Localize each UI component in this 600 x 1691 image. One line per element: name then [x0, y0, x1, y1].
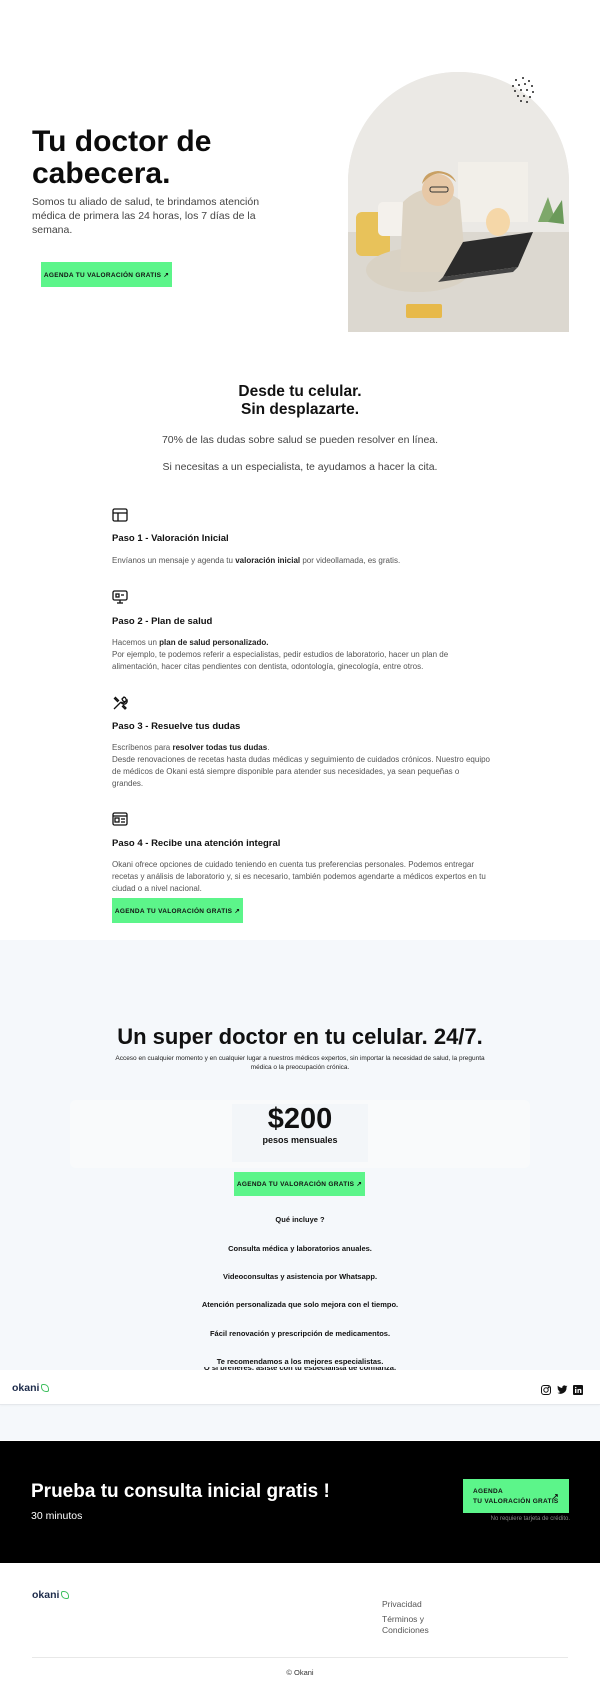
- hero-cta-button[interactable]: AGENDA TU VALORACIÓN GRATIS ↗: [41, 262, 172, 287]
- tools-icon: [112, 695, 128, 710]
- hero-title: Tu doctor de cabecera.: [32, 125, 212, 190]
- hero-photo: [348, 72, 569, 332]
- price-value: $200: [267, 1103, 333, 1135]
- banner-subtitle: 30 minutos: [31, 1510, 83, 1522]
- logo-leaf-icon: [61, 1591, 70, 1599]
- dots-decoration-icon: [510, 77, 536, 103]
- includes-item: Fácil renovación y prescripción de medic…: [209, 1329, 391, 1338]
- instagram-icon[interactable]: [541, 1382, 551, 1400]
- step-2-title: Paso 2 - Plan de salud: [112, 616, 213, 627]
- intro-title-line1: Desde tu celular.: [238, 383, 362, 400]
- pricing-cta-button[interactable]: AGENDA TU VALORACIÓN GRATIS ↗: [234, 1172, 365, 1196]
- pricing-title: Un super doctor en tu celular. 24/7.: [117, 1024, 483, 1049]
- footer-divider: [32, 1657, 568, 1658]
- banner-cta-line1: AGENDA: [473, 1487, 503, 1495]
- navbar-logo[interactable]: okani: [12, 1382, 50, 1394]
- banner-note: No requiere tarjeta de crédito.: [490, 1516, 570, 1522]
- step-1-title: Paso 1 - Valoración Inicial: [112, 533, 229, 544]
- intro-title-line2: Sin desplazarte.: [240, 401, 359, 418]
- steps-cta-button[interactable]: AGENDA TU VALORACIÓN GRATIS ↗: [112, 898, 243, 923]
- step-4-text: Okani ofrece opciones de cuidado teniend…: [112, 860, 486, 893]
- includes-item: Videoconsultas y asistencia por Whatsapp…: [222, 1272, 378, 1281]
- footer-logo[interactable]: okani: [32, 1589, 70, 1601]
- layout-icon: [112, 508, 128, 522]
- price-period: pesos mensuales: [262, 1135, 338, 1145]
- copyright: © Okani: [286, 1668, 314, 1677]
- linkedin-icon[interactable]: [573, 1382, 583, 1400]
- footer-link-terms-line1: Términos y: [382, 1614, 425, 1624]
- intro-line2: Si necesitas a un especialista, te ayuda…: [162, 461, 438, 473]
- step-1-text: Envíanos un mensaje y agenda tu valoraci…: [112, 556, 401, 565]
- pricing-subtitle: Acceso en cualquier momento y en cualqui…: [115, 1055, 485, 1071]
- newspaper-icon: [112, 812, 128, 826]
- intro-line1: 70% de las dudas sobre salud se pueden r…: [161, 434, 439, 446]
- banner-cta-button[interactable]: AGENDA TU VALORACIÓN GRATIS ↗: [463, 1479, 569, 1513]
- navbar: okani: [0, 1370, 600, 1405]
- arrow-up-right-icon: ↗: [551, 1492, 559, 1501]
- twitter-icon[interactable]: [557, 1382, 568, 1400]
- logo-leaf-icon: [41, 1384, 50, 1392]
- includes-item: Atención personalizada que solo mejora c…: [201, 1300, 399, 1309]
- intro-title: Desde tu celular. Sin desplazarte.: [0, 383, 600, 419]
- includes-item: Te recomendamos a los mejores especialis…: [216, 1357, 384, 1366]
- step-3-text: Escríbenos para resolver todas tus dudas…: [112, 743, 490, 788]
- banner-cta-line2: TU VALORACIÓN GRATIS: [473, 1497, 559, 1505]
- monitor-icon: [112, 590, 128, 604]
- step-2-text: Hacemos un plan de salud personalizado. P…: [112, 638, 449, 671]
- footer-link-terms[interactable]: Términos y Condiciones: [382, 1614, 429, 1636]
- footer-link-privacy[interactable]: Privacidad: [382, 1599, 422, 1610]
- footer-logo-text: okani: [32, 1589, 60, 1601]
- step-4-title: Paso 4 - Recibe una atención integral: [112, 838, 281, 849]
- navbar-logo-text: okani: [12, 1382, 40, 1394]
- step-3-title: Paso 3 - Resuelve tus dudas: [112, 721, 241, 732]
- hero-subtitle: Somos tu aliado de salud, te brindamos a…: [32, 196, 260, 236]
- banner-title: Prueba tu consulta inicial gratis !: [31, 1481, 330, 1502]
- footer-link-terms-line2: Condiciones: [382, 1625, 429, 1635]
- includes-title: Qué incluye ?: [275, 1215, 325, 1224]
- includes-item: Consulta médica y laboratorios anuales.: [228, 1244, 372, 1253]
